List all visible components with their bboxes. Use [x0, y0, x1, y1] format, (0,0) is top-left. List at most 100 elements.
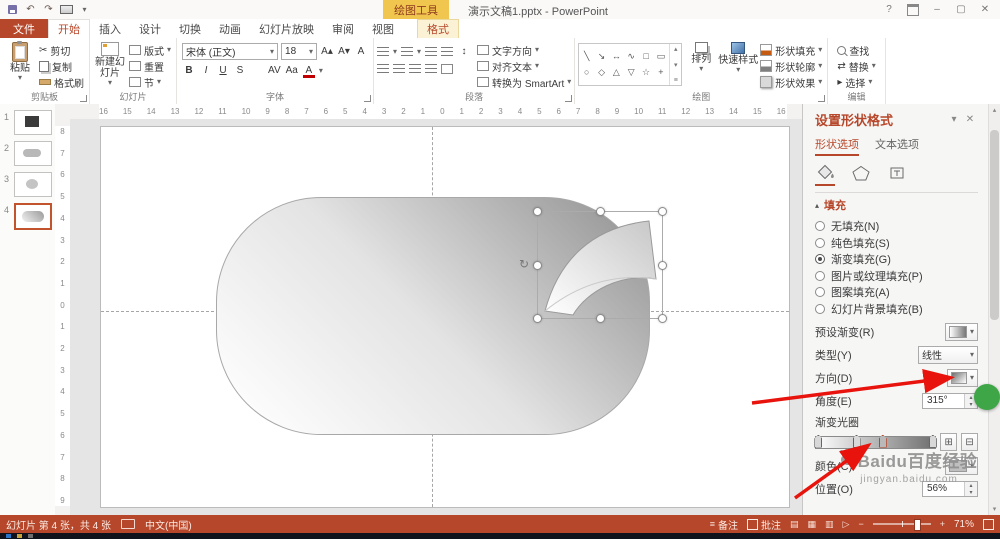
gallery-more-icon[interactable]: ≡: [674, 77, 678, 84]
shape-icon[interactable]: ↔: [612, 51, 621, 61]
radio-icon[interactable]: [815, 237, 825, 248]
maximize-button[interactable]: ▢: [949, 1, 973, 19]
language-indicator[interactable]: 中文(中国): [145, 517, 192, 532]
comments-button[interactable]: 批注: [746, 517, 781, 532]
radio-selected-icon[interactable]: [815, 254, 825, 265]
undo-button[interactable]: ↶: [23, 2, 38, 17]
shape-icon[interactable]: ☆: [642, 68, 650, 77]
angle-spinner[interactable]: 315° ▴ ▾: [922, 392, 978, 409]
scroll-up-icon[interactable]: ▴: [989, 106, 1000, 114]
slide-thumbnail-image[interactable]: [14, 172, 52, 197]
ribbon-display-button[interactable]: [901, 1, 925, 19]
section-button[interactable]: 节 ▾: [127, 75, 173, 90]
preset-gradient-dropdown[interactable]: ▾: [944, 322, 978, 341]
taskbar-app-icon[interactable]: [17, 534, 22, 538]
text-direction-button[interactable]: 文字方向 ▾: [477, 43, 571, 58]
gallery-scrollbar[interactable]: ▴ ▾ ≡: [669, 44, 681, 85]
align-text-button[interactable]: 对齐文本 ▾: [477, 59, 571, 74]
radio-icon[interactable]: [815, 221, 825, 232]
shape-icon[interactable]: ▭: [657, 51, 666, 61]
fill-option-pattern[interactable]: 图案填充(A): [815, 284, 978, 301]
resize-handle[interactable]: [533, 261, 542, 270]
shape-outline-button[interactable]: 形状轮廓 ▾: [758, 59, 824, 74]
slide-thumbnail-2[interactable]: 2: [0, 135, 55, 166]
zoom-percentage[interactable]: 71%: [954, 519, 974, 530]
dialog-launcher-icon[interactable]: [818, 95, 826, 102]
tab-format[interactable]: 格式: [417, 19, 459, 38]
taskbar-app-icon[interactable]: [28, 534, 33, 538]
select-button[interactable]: ▸ 选择 ▾: [835, 75, 877, 90]
tab[interactable]: 视图: [363, 19, 403, 38]
minimize-button[interactable]: –: [925, 1, 949, 19]
effects-icon[interactable]: [851, 165, 871, 186]
bold-button[interactable]: B: [182, 64, 196, 78]
scrollbar-thumb[interactable]: [990, 130, 999, 320]
shape-icon[interactable]: □: [643, 51, 648, 61]
italic-button[interactable]: I: [199, 64, 213, 78]
replace-button[interactable]: ⇄ 替换 ▾: [835, 59, 877, 74]
direction-dropdown[interactable]: ▾: [946, 368, 978, 387]
slide-thumbnail-3[interactable]: 3: [0, 166, 55, 197]
zoom-slider[interactable]: [872, 519, 931, 531]
line-spacing-button[interactable]: ↕: [457, 45, 471, 59]
slide-thumbnail-1[interactable]: 1: [0, 104, 55, 135]
cut-button[interactable]: ✂ 剪切: [37, 43, 86, 58]
fill-option-gradient[interactable]: 渐变填充(G): [815, 251, 978, 268]
type-dropdown[interactable]: 线性 ▾: [918, 345, 978, 364]
spin-down-icon[interactable]: ▾: [965, 488, 977, 496]
new-slide-button[interactable]: 新建幻灯片 ▾: [93, 39, 127, 87]
editing-canvas[interactable]: ↻: [70, 119, 802, 515]
gradient-stop[interactable]: [928, 434, 937, 448]
increase-indent-icon[interactable]: [441, 47, 454, 56]
align-left-icon[interactable]: [377, 64, 390, 73]
resize-handle[interactable]: [658, 261, 667, 270]
reset-button[interactable]: 重置: [127, 59, 173, 74]
help-button[interactable]: ?: [877, 1, 901, 19]
resize-handle[interactable]: [658, 207, 667, 216]
gradient-stop[interactable]: [852, 434, 861, 448]
tab[interactable]: 幻灯片放映: [250, 19, 323, 38]
tab-text-options[interactable]: 文本选项: [875, 136, 919, 156]
tab[interactable]: 审阅: [323, 19, 363, 38]
resize-handle[interactable]: [658, 314, 667, 323]
shape-icon[interactable]: ○: [584, 68, 589, 77]
start-button-icon[interactable]: [6, 534, 11, 538]
close-button[interactable]: ✕: [973, 1, 997, 19]
slide-surface[interactable]: ↻: [100, 126, 790, 508]
text-shadow-button[interactable]: S: [233, 64, 247, 78]
shape-icon[interactable]: △: [613, 68, 620, 77]
resize-handle[interactable]: [533, 314, 542, 323]
font-color-button[interactable]: A: [302, 64, 316, 78]
resize-handle[interactable]: [533, 207, 542, 216]
tab-home[interactable]: 开始: [48, 19, 90, 39]
pane-options-icon[interactable]: ▾: [946, 114, 962, 125]
gallery-up-icon[interactable]: ▴: [674, 45, 678, 53]
fill-option-picture[interactable]: 图片或纹理填充(P): [815, 268, 978, 285]
shape-gallery[interactable]: ▴ ▾ ≡ ╲ ↘ ↔ ∿ □ ▭ ○ ◇ △ ▽ ☆ +: [578, 43, 683, 86]
pane-close-icon[interactable]: ✕: [962, 114, 978, 125]
fill-section-header[interactable]: ▴ 填充: [815, 197, 978, 213]
reading-view-button[interactable]: ▥: [825, 519, 834, 530]
rotate-handle-icon[interactable]: ↻: [519, 257, 529, 271]
shape-icon[interactable]: ↘: [598, 51, 606, 61]
resize-handle[interactable]: [596, 314, 605, 323]
shape-icon[interactable]: ◇: [598, 68, 605, 77]
format-painter-button[interactable]: 格式刷: [37, 75, 86, 90]
tab-file[interactable]: 文件: [0, 19, 48, 38]
floating-badge[interactable]: [974, 384, 1000, 410]
shape-icon[interactable]: +: [658, 68, 663, 77]
find-button[interactable]: 查找: [835, 43, 877, 58]
slide-thumbnail-image[interactable]: [14, 110, 52, 135]
tab[interactable]: 切换: [170, 19, 210, 38]
fill-line-icon[interactable]: [815, 163, 835, 186]
radio-icon[interactable]: [815, 270, 825, 281]
windows-taskbar[interactable]: [0, 533, 1000, 539]
slide-sorter-view-button[interactable]: ▦: [808, 519, 817, 530]
redo-button[interactable]: ↷: [41, 2, 56, 17]
zoom-slider-thumb[interactable]: [913, 519, 921, 531]
selected-curl-shape[interactable]: ↻: [519, 207, 667, 323]
size-properties-icon[interactable]: [887, 165, 907, 186]
scroll-down-icon[interactable]: ▾: [989, 505, 1000, 513]
underline-button[interactable]: U: [216, 64, 230, 78]
align-center-icon[interactable]: [393, 64, 406, 73]
